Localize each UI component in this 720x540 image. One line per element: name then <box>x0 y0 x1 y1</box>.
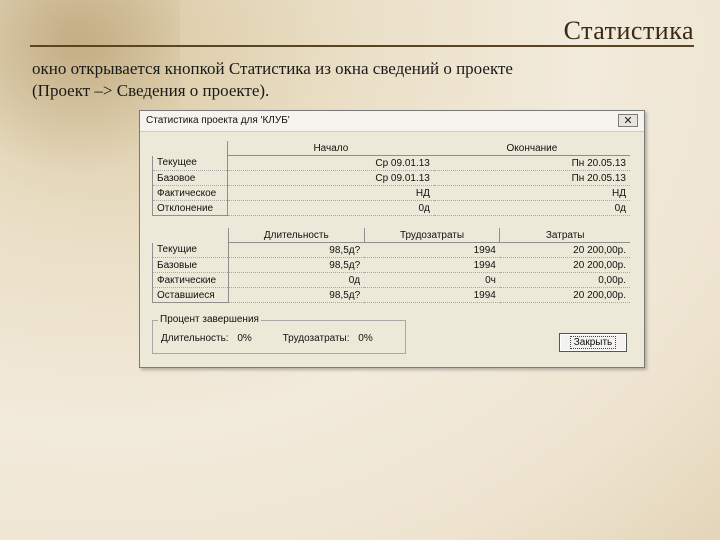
table-cell: НД <box>433 185 630 201</box>
column-header: Трудозатраты <box>363 228 500 243</box>
table-cell: 1994 <box>364 287 500 303</box>
table-cell: 0д <box>228 272 365 288</box>
table-row: Текущее Ср 09.01.13 Пн 20.05.13 <box>152 155 630 171</box>
work-percent-label: Трудозатраты: <box>282 333 350 344</box>
table-cell: 20 200,00р. <box>499 242 630 258</box>
table-cell: 20 200,00р. <box>499 287 630 303</box>
duration-percent-label: Длительность: <box>161 333 229 344</box>
row-label: Отклонение <box>152 200 228 216</box>
duration-percent-value: 0% <box>237 333 252 344</box>
table-cell: НД <box>227 185 434 201</box>
table-row: Базовые 98,5д? 1994 20 200,00р. <box>152 257 630 273</box>
dialog-titlebar[interactable]: Статистика проекта для 'КЛУБ' ✕ <box>140 111 644 132</box>
close-icon[interactable]: ✕ <box>618 114 638 127</box>
table-cell: 98,5д? <box>228 242 365 258</box>
column-header <box>153 141 228 156</box>
table-row: Текущие 98,5д? 1994 20 200,00р. <box>152 242 630 258</box>
close-button[interactable]: Закрыть <box>559 333 627 352</box>
table-row: Фактическое НД НД <box>152 185 630 201</box>
table-cell: 1994 <box>364 257 500 273</box>
statistics-dialog: Статистика проекта для 'КЛУБ' ✕ Начало О… <box>139 110 645 368</box>
table-row: Базовое Ср 09.01.13 Пн 20.05.13 <box>152 170 630 186</box>
work-table-header: Длительность Трудозатраты Затраты <box>153 228 630 243</box>
table-cell: 0ч <box>364 272 500 288</box>
table-cell: 0д <box>227 200 434 216</box>
dates-table-header: Начало Окончание <box>153 141 630 156</box>
work-percent-value: 0% <box>358 333 373 344</box>
close-button-label: Закрыть <box>569 336 617 349</box>
table-cell: Ср 09.01.13 <box>227 155 434 171</box>
slide-body-text: окно открывается кнопкой Статистика из о… <box>32 58 694 102</box>
table-cell: 20 200,00р. <box>499 257 630 273</box>
table-row: Оставшиеся 98,5д? 1994 20 200,00р. <box>152 287 630 303</box>
row-label: Базовое <box>152 170 228 186</box>
table-cell: Ср 09.01.13 <box>227 170 434 186</box>
table-cell: Пн 20.05.13 <box>433 155 630 171</box>
percent-complete-group: Процент завершения Длительность: 0% Труд… <box>152 314 406 354</box>
column-header: Окончание <box>433 141 630 156</box>
table-cell: 1994 <box>364 242 500 258</box>
column-header: Затраты <box>499 228 630 243</box>
table-cell: Пн 20.05.13 <box>433 170 630 186</box>
slide-title: Статистика <box>563 16 694 45</box>
dates-table: Начало Окончание Текущее Ср 09.01.13 Пн … <box>152 141 630 216</box>
row-label: Базовые <box>152 257 229 273</box>
slide-text-line: (Проект –> Сведения о проекте). <box>32 81 270 100</box>
table-cell: 98,5д? <box>228 257 365 273</box>
row-label: Фактические <box>152 272 229 288</box>
column-header: Начало <box>226 141 434 156</box>
row-label: Текущее <box>152 155 228 171</box>
dialog-title: Статистика проекта для 'КЛУБ' <box>146 115 290 126</box>
title-divider <box>30 45 694 47</box>
row-label: Оставшиеся <box>152 287 229 303</box>
row-label: Фактическое <box>152 185 228 201</box>
row-label: Текущие <box>152 242 229 258</box>
column-header <box>153 228 229 243</box>
table-row: Фактические 0д 0ч 0,00р. <box>152 272 630 288</box>
table-row: Отклонение 0д 0д <box>152 200 630 216</box>
column-header: Длительность <box>227 228 365 243</box>
slide-text-line: окно открывается кнопкой Статистика из о… <box>32 59 513 78</box>
table-cell: 98,5д? <box>228 287 365 303</box>
percent-complete-values: Длительность: 0% Трудозатраты: 0% <box>161 333 373 344</box>
group-legend: Процент завершения <box>158 314 261 325</box>
table-cell: 0д <box>433 200 630 216</box>
work-table: Длительность Трудозатраты Затраты Текущи… <box>152 228 630 303</box>
table-cell: 0,00р. <box>499 272 630 288</box>
